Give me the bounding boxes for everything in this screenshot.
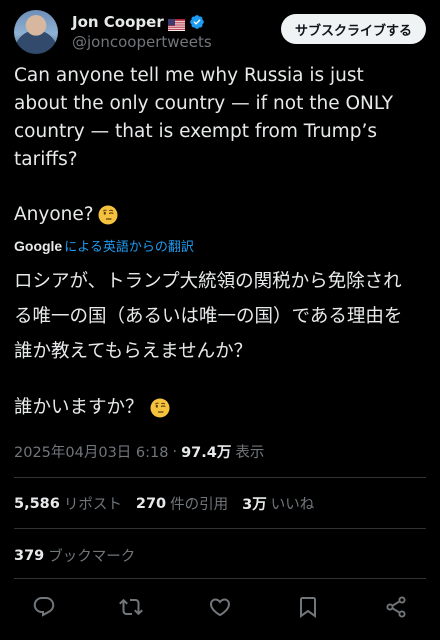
translated-question: 誰かいますか？: [14, 397, 144, 418]
tweet-line: Can anyone tell me why Russia is just: [14, 65, 364, 86]
bookmarks-label: ブックマーク: [48, 549, 136, 565]
quotes-label: 件の引用: [170, 497, 229, 513]
google-logo: Google: [14, 237, 63, 254]
tweet-anyone-text: Anyone?: [14, 204, 94, 225]
subscribe-button[interactable]: サブスクライブする: [280, 14, 426, 44]
avatar[interactable]: [14, 10, 58, 54]
emoji-face-icon: [98, 205, 118, 225]
bookmark-icon[interactable]: [296, 595, 320, 619]
translation-label[interactable]: による英語からの翻訳: [64, 236, 194, 255]
translated-line: ロシアが、トランプ大統領の関税から免除され: [14, 271, 402, 292]
divider: [14, 578, 426, 579]
tweet-anyone-line: Anyone?: [14, 201, 118, 229]
engagement-stats: 5,586 リポスト 270 件の引用 3万 いいね: [14, 493, 328, 514]
reply-icon[interactable]: [32, 595, 56, 619]
tweet-line: country — that is exempt from Trump’s: [14, 121, 377, 142]
quotes-count: 270: [135, 495, 167, 512]
tweet-datetime[interactable]: 2025年04月03日 6:18: [14, 441, 168, 462]
divider: [14, 477, 426, 478]
divider: [14, 528, 426, 529]
tweet-detail: Jon Cooper @joncoopertweets サブスクライブする Ca…: [0, 0, 440, 640]
likes-stat[interactable]: 3万 いいね: [242, 493, 314, 514]
translated-question-line: 誰かいますか？: [14, 393, 170, 423]
emoji-face-icon: [150, 398, 170, 418]
tweet-header: Jon Cooper @joncoopertweets サブスクライブする: [14, 8, 426, 56]
bookmarks-count: 379: [14, 547, 45, 564]
likes-label: いいね: [270, 497, 315, 513]
retweet-icon[interactable]: [119, 595, 143, 619]
views-count: 97.4万: [181, 445, 232, 461]
quotes-stat[interactable]: 270 件の引用: [136, 493, 228, 514]
like-icon[interactable]: [208, 595, 232, 619]
display-name[interactable]: Jon Cooper: [72, 13, 164, 31]
likes-count: 3万: [242, 497, 267, 513]
tweet-text: Can anyone tell me why Russia is just ab…: [14, 62, 424, 174]
handle[interactable]: @joncoopertweets: [72, 33, 212, 51]
verified-icon: [189, 14, 205, 30]
translation-attribution[interactable]: Google による英語からの翻訳: [14, 236, 194, 256]
translated-line: 誰か教えてもらえませんか？: [14, 341, 253, 362]
meta-separator: ·: [172, 443, 178, 460]
us-flag-icon: [167, 16, 185, 31]
tweet-meta: 2025年04月03日 6:18 · 97.4万 表示: [14, 441, 264, 462]
author-info[interactable]: Jon Cooper @joncoopertweets: [72, 13, 212, 51]
reposts-count: 5,586: [14, 495, 60, 512]
share-icon[interactable]: [384, 595, 408, 619]
tweet-line: about the only country — if not the ONLY: [14, 93, 394, 114]
reposts-label: リポスト: [63, 497, 122, 513]
reposts-stat[interactable]: 5,586 リポスト: [14, 493, 122, 514]
views-label: 表示: [235, 445, 265, 461]
tweet-line: tariffs?: [14, 149, 78, 170]
action-bar: [0, 592, 440, 622]
name-row: Jon Cooper: [72, 13, 212, 31]
bookmarks-stat[interactable]: 379 ブックマーク: [14, 545, 135, 566]
translated-line: る唯一の国（あるいは唯一の国）である理由を: [14, 306, 403, 327]
translated-text: ロシアが、トランプ大統領の関税から免除され る唯一の国（あるいは唯一の国）である…: [14, 264, 428, 369]
